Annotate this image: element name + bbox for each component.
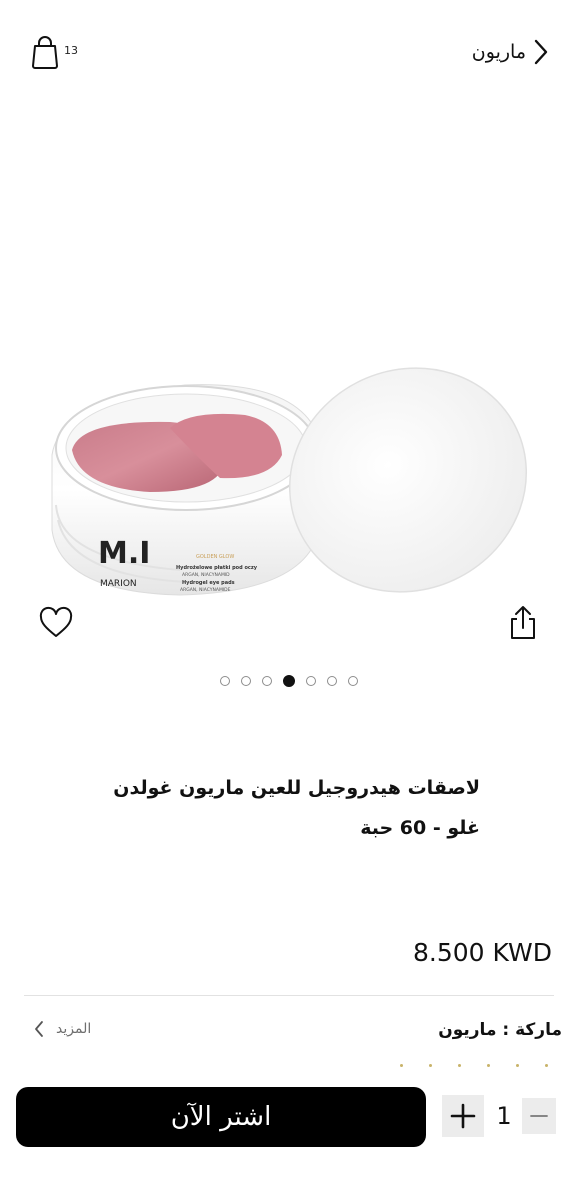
decorative-dots: [400, 1064, 548, 1067]
product-title-line1: لاصقات هيدروجيل للعين ماريون غولدن: [113, 777, 480, 799]
pagination-dot[interactable]: [262, 676, 272, 686]
decorative-dot: [487, 1064, 490, 1067]
pagination-dot[interactable]: [348, 676, 358, 686]
brand-row: ماركة : ماريون: [438, 1020, 562, 1040]
buy-now-button[interactable]: اشتر الآن: [16, 1087, 426, 1147]
brand-value: ماريون: [438, 1020, 497, 1040]
desc-en-text: Hydrogel eye pads: [182, 580, 235, 586]
desc-pl-text: Hydrożelowe płatki pod oczy: [176, 565, 258, 571]
decorative-dot: [458, 1064, 461, 1067]
decrease-quantity-button[interactable]: [522, 1098, 556, 1134]
cart-button[interactable]: 13: [30, 34, 80, 70]
share-icon: [511, 606, 535, 639]
product-price: 8.500 KWD: [413, 938, 552, 967]
pagination-dot[interactable]: [306, 676, 316, 686]
image-pagination: [0, 674, 578, 692]
product-image[interactable]: M.I MARION GOLDEN GLOW Hydrożelowe płatk…: [0, 330, 578, 620]
brand-mark-text: M.I: [98, 536, 150, 571]
back-button[interactable]: ماريون: [472, 36, 548, 68]
pagination-dot[interactable]: [241, 676, 251, 686]
more-button[interactable]: المزيد: [34, 1020, 91, 1038]
line-name-text: GOLDEN GLOW: [196, 554, 234, 560]
product-title-line2: غلو - 60 حبة: [360, 817, 480, 839]
minus-icon: [530, 1115, 548, 1117]
decorative-dot: [400, 1064, 403, 1067]
quantity-value[interactable]: 1: [490, 1096, 518, 1136]
divider: [24, 995, 554, 996]
share-button[interactable]: [506, 604, 540, 642]
cart-count-badge: 13: [64, 44, 78, 57]
favorite-button[interactable]: [38, 606, 74, 642]
shopping-bag-icon: [32, 36, 58, 69]
brand-label: ماركة :: [502, 1020, 562, 1040]
heart-icon: [39, 606, 73, 637]
product-title: لاصقات هيدروجيل للعين ماريون غولدن غلو -…: [60, 768, 480, 848]
pagination-dot[interactable]: [220, 676, 230, 686]
decorative-dot: [545, 1064, 548, 1067]
desc-pl-sub-text: ARGAN, NIACYNAMID: [182, 572, 230, 578]
chevron-right-icon: [534, 39, 548, 65]
decorative-dot: [516, 1064, 519, 1067]
pagination-dot[interactable]: [327, 676, 337, 686]
chevron-left-icon: [35, 1021, 43, 1037]
decorative-dot: [429, 1064, 432, 1067]
back-label: ماريون: [471, 41, 526, 63]
brand-name-text: MARION: [100, 579, 137, 589]
more-label: المزيد: [56, 1021, 92, 1037]
increase-quantity-button[interactable]: [442, 1095, 484, 1137]
pagination-dot[interactable]: [283, 675, 295, 687]
desc-en-sub-text: ARGAN, NIACYNAMIDE: [180, 587, 231, 593]
plus-icon: [450, 1103, 476, 1129]
